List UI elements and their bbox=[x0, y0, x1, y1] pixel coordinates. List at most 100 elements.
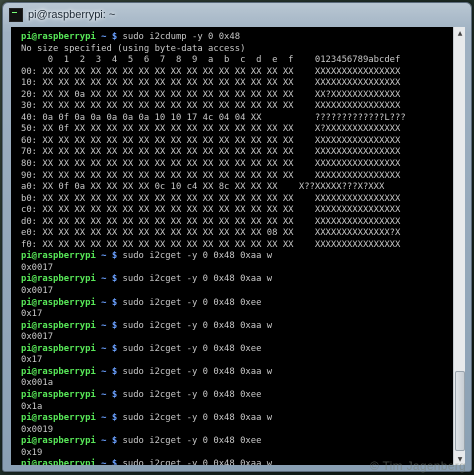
output-text: 0x19 bbox=[21, 447, 43, 458]
command-text: sudo i2cget -y 0 0x48 0xaa w bbox=[117, 459, 273, 465]
terminal-command-line: pi@raspberrypi ~ $ sudo i2cget -y 0 0x48… bbox=[21, 274, 453, 286]
prompt-user-host: pi@raspberrypi bbox=[21, 320, 96, 331]
output-text: 0x0017 bbox=[21, 286, 54, 297]
terminal-output-line: 0x1a bbox=[21, 402, 453, 414]
command-text: sudo i2cget -y 0 0x48 0xee bbox=[117, 297, 262, 308]
prompt-path: ~ $ bbox=[101, 274, 118, 285]
prompt-user-host: pi@raspberrypi bbox=[21, 366, 96, 377]
command-text: sudo i2cget -y 0 0x48 0xaa w bbox=[117, 320, 273, 331]
command-text: sudo i2cget -y 0 0x48 0xaa w bbox=[117, 366, 273, 377]
command-text: sudo i2cget -y 0 0x48 0xee bbox=[117, 389, 262, 400]
prompt-path: ~ $ bbox=[101, 251, 118, 262]
terminal-icon bbox=[9, 8, 23, 22]
command-text: sudo i2cget -y 0 0x48 0xee bbox=[117, 343, 262, 354]
output-text: 80: XX XX XX XX XX XX XX XX XX XX XX XX … bbox=[21, 159, 401, 170]
terminal-output-line: 0x17 bbox=[21, 309, 453, 321]
output-text: 0x17 bbox=[21, 355, 43, 366]
prompt-user-host: pi@raspberrypi bbox=[21, 274, 96, 285]
terminal-output-line: 0x0017 bbox=[21, 263, 453, 275]
prompt-path: ~ $ bbox=[101, 436, 118, 447]
output-text: 30: XX XX XX XX XX XX XX XX XX XX XX XX … bbox=[21, 101, 401, 112]
terminal-output-line: 0x0019 bbox=[21, 425, 453, 437]
terminal-command-line: pi@raspberrypi ~ $ sudo i2cdump -y 0 0x4… bbox=[21, 32, 453, 44]
output-text: d0: XX XX XX XX XX XX XX XX XX XX XX XX … bbox=[21, 216, 401, 227]
watermark: © Tim Jagenberg bbox=[369, 459, 466, 473]
prompt-user-host: pi@raspberrypi bbox=[21, 459, 96, 465]
terminal-output-line: b0: XX XX XX XX XX XX XX XX XX XX XX XX … bbox=[21, 194, 453, 206]
prompt-path: ~ $ bbox=[101, 32, 118, 42]
output-text: c0: XX XX XX XX XX XX XX XX XX XX XX XX … bbox=[21, 205, 401, 216]
prompt-user-host: pi@raspberrypi bbox=[21, 251, 96, 262]
prompt-path: ~ $ bbox=[101, 389, 118, 400]
output-text: 0x0017 bbox=[21, 262, 54, 273]
terminal-output-line: 00: XX XX XX XX XX XX XX XX XX XX XX XX … bbox=[21, 67, 453, 79]
output-text: 40: 0a 0f 0a 0a 0a 0a 0a 10 10 17 4c 04 … bbox=[21, 112, 406, 123]
output-text: 0x001a bbox=[21, 378, 54, 389]
output-text: 0x17 bbox=[21, 309, 43, 320]
terminal-output-line: 20: XX XX 0a XX XX XX XX XX XX XX XX XX … bbox=[21, 90, 453, 102]
terminal-output-line: 0x0017 bbox=[21, 286, 453, 298]
prompt-path: ~ $ bbox=[101, 413, 118, 424]
terminal-output-line: 90: XX XX XX XX XX XX XX XX XX XX XX XX … bbox=[21, 171, 453, 183]
output-text: e0: XX XX XX XX XX XX XX XX XX XX XX XX … bbox=[21, 228, 401, 239]
terminal-output-line: 0x001a bbox=[21, 378, 453, 390]
terminal-output-line: 0x17 bbox=[21, 355, 453, 367]
terminal-output-line: 60: XX XX XX XX XX XX XX XX XX XX XX XX … bbox=[21, 136, 453, 148]
terminal-command-line: pi@raspberrypi ~ $ sudo i2cget -y 0 0x48… bbox=[21, 298, 453, 310]
prompt-path: ~ $ bbox=[101, 343, 118, 354]
terminal-output-line: 0x19 bbox=[21, 448, 453, 460]
output-text: 10: XX XX XX XX XX XX XX XX XX XX XX XX … bbox=[21, 78, 401, 89]
prompt-user-host: pi@raspberrypi bbox=[21, 32, 96, 42]
window-title: pi@raspberrypi: ~ bbox=[28, 9, 116, 21]
prompt-path: ~ $ bbox=[101, 320, 118, 331]
terminal-output-line: 0 1 2 3 4 5 6 7 8 9 a b c d e f 01234567… bbox=[21, 55, 453, 67]
title-bar[interactable]: pi@raspberrypi: ~ bbox=[3, 3, 471, 27]
output-text: No size specified (using byte-data acces… bbox=[21, 43, 246, 54]
terminal-output[interactable]: pi@raspberrypi ~ $ sudo i2cdump -y 0 0x4… bbox=[11, 27, 453, 465]
output-text: 0 1 2 3 4 5 6 7 8 9 a b c d e f 01234567… bbox=[21, 55, 401, 66]
command-text: sudo i2cdump -y 0 0x48 bbox=[117, 32, 241, 42]
prompt-path: ~ $ bbox=[101, 366, 118, 377]
prompt-path: ~ $ bbox=[101, 297, 118, 308]
command-text: sudo i2cget -y 0 0x48 0xaa w bbox=[117, 274, 273, 285]
output-text: f0: XX XX XX XX XX XX XX XX XX XX XX XX … bbox=[21, 239, 401, 250]
output-text: 70: XX XX XX XX XX XX XX XX XX XX XX XX … bbox=[21, 147, 401, 158]
vertical-scrollbar[interactable]: ▲ ▼ bbox=[453, 27, 465, 465]
terminal-command-line: pi@raspberrypi ~ $ sudo i2cget -y 0 0x48… bbox=[21, 321, 453, 333]
output-text: 50: XX 0f XX XX XX XX XX XX XX XX XX XX … bbox=[21, 124, 401, 135]
terminal-output-line: No size specified (using byte-data acces… bbox=[21, 44, 453, 56]
terminal-command-line: pi@raspberrypi ~ $ sudo i2cget -y 0 0x48… bbox=[21, 344, 453, 356]
terminal-output-line: a0: XX 0f 0a XX XX XX XX 0c 10 c4 XX 8c … bbox=[21, 182, 453, 194]
terminal-command-line: pi@raspberrypi ~ $ sudo i2cget -y 0 0x48… bbox=[21, 390, 453, 402]
arrow-up-icon[interactable]: ▲ bbox=[454, 27, 466, 39]
prompt-user-host: pi@raspberrypi bbox=[21, 389, 96, 400]
output-text: 0x0019 bbox=[21, 424, 54, 435]
terminal-output-line: f0: XX XX XX XX XX XX XX XX XX XX XX XX … bbox=[21, 240, 453, 252]
output-text: 0x0017 bbox=[21, 332, 54, 343]
terminal-command-line: pi@raspberrypi ~ $ sudo i2cget -y 0 0x48… bbox=[21, 436, 453, 448]
output-text: 60: XX XX XX XX XX XX XX XX XX XX XX XX … bbox=[21, 135, 401, 146]
output-text: 0x1a bbox=[21, 401, 43, 412]
scrollbar-thumb[interactable] bbox=[455, 371, 465, 451]
terminal-output-line: 70: XX XX XX XX XX XX XX XX XX XX XX XX … bbox=[21, 147, 453, 159]
terminal-window[interactable]: pi@raspberrypi: ~ pi@raspberrypi ~ $ sud… bbox=[2, 2, 472, 472]
prompt-path: ~ $ bbox=[101, 459, 118, 465]
terminal-output-line: 80: XX XX XX XX XX XX XX XX XX XX XX XX … bbox=[21, 159, 453, 171]
command-text: sudo i2cget -y 0 0x48 0xee bbox=[117, 436, 262, 447]
terminal-output-line: 0x0017 bbox=[21, 332, 453, 344]
terminal-output-line: 50: XX 0f XX XX XX XX XX XX XX XX XX XX … bbox=[21, 124, 453, 136]
command-text: sudo i2cget -y 0 0x48 0xaa w bbox=[117, 251, 273, 262]
terminal-output-line: d0: XX XX XX XX XX XX XX XX XX XX XX XX … bbox=[21, 217, 453, 229]
terminal-command-line: pi@raspberrypi ~ $ sudo i2cget -y 0 0x48… bbox=[21, 251, 453, 263]
terminal-output-line: c0: XX XX XX XX XX XX XX XX XX XX XX XX … bbox=[21, 205, 453, 217]
terminal-output-line: e0: XX XX XX XX XX XX XX XX XX XX XX XX … bbox=[21, 228, 453, 240]
prompt-user-host: pi@raspberrypi bbox=[21, 297, 96, 308]
prompt-user-host: pi@raspberrypi bbox=[21, 436, 96, 447]
prompt-user-host: pi@raspberrypi bbox=[21, 343, 96, 354]
output-text: a0: XX 0f 0a XX XX XX XX 0c 10 c4 XX 8c … bbox=[21, 182, 385, 193]
output-text: 20: XX XX 0a XX XX XX XX XX XX XX XX XX … bbox=[21, 89, 401, 100]
terminal-command-line: pi@raspberrypi ~ $ sudo i2cget -y 0 0x48… bbox=[21, 413, 453, 425]
terminal-output-line: 40: 0a 0f 0a 0a 0a 0a 0a 10 10 17 4c 04 … bbox=[21, 113, 453, 125]
output-text: b0: XX XX XX XX XX XX XX XX XX XX XX XX … bbox=[21, 193, 401, 204]
output-text: 00: XX XX XX XX XX XX XX XX XX XX XX XX … bbox=[21, 66, 401, 77]
